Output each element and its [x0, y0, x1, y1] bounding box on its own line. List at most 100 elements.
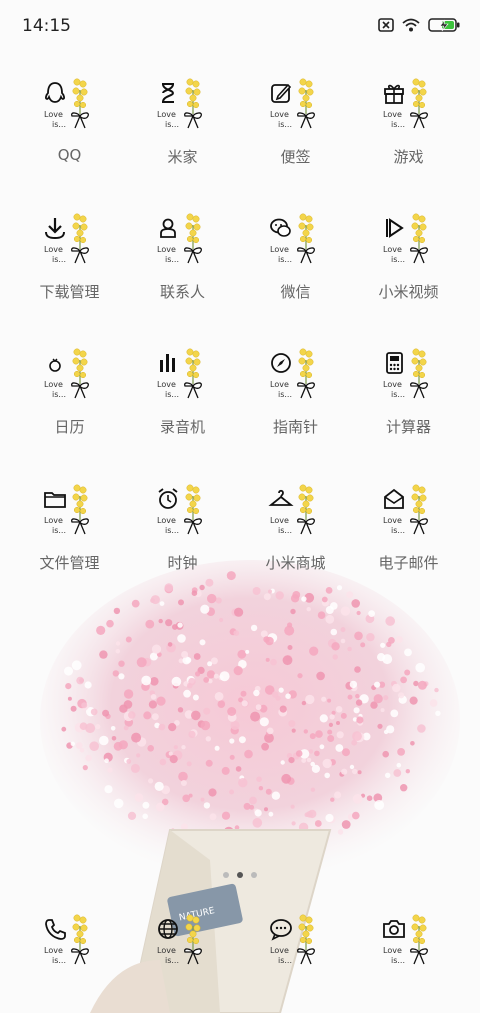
gift-icon: [384, 84, 404, 104]
daisy-bouquet-icon: [297, 78, 315, 129]
app-label: 便签: [280, 148, 311, 166]
app-calendar[interactable]: Love is... 日历: [13, 346, 126, 456]
app-icon: Love is...: [375, 211, 445, 269]
app-contacts[interactable]: Love is... 联系人: [126, 211, 239, 321]
app-qq[interactable]: Love is... QQ: [13, 76, 126, 186]
app-calculator[interactable]: Love is... 计算器: [352, 346, 465, 456]
app-label: 指南针: [272, 418, 318, 436]
compass-icon: [271, 353, 291, 373]
love-line1: Love: [270, 380, 289, 389]
app-downloads[interactable]: Love is... 下载管理: [13, 211, 126, 321]
app-notes[interactable]: Love is... 便签: [239, 76, 352, 186]
app-compass[interactable]: Love is... 指南针: [239, 346, 352, 456]
love-is-text: Love is...: [157, 516, 179, 536]
love-line2: is...: [165, 956, 180, 965]
download-icon: [45, 218, 65, 240]
love-line1: Love: [270, 110, 289, 119]
phone-icon: [45, 919, 66, 940]
sim-off-icon: [378, 18, 394, 32]
app-wechat[interactable]: Love is... 微信: [239, 211, 352, 321]
daisy-bouquet-icon: [297, 484, 315, 535]
app-icon: Love is...: [149, 482, 219, 540]
app-icon: Love is...: [375, 912, 445, 970]
app-recorder[interactable]: Love is... 录音机: [126, 346, 239, 456]
love-line2: is...: [278, 390, 293, 399]
recorder-bars-icon: [160, 354, 175, 372]
daisy-bouquet-icon: [297, 348, 315, 399]
play-icon: [386, 218, 404, 238]
dock-browser[interactable]: Love is...: [126, 912, 239, 982]
love-line2: is...: [278, 526, 293, 535]
love-is-text: Love is...: [44, 380, 66, 400]
love-line1: Love: [157, 110, 176, 119]
love-line2: is...: [391, 526, 406, 535]
love-line2: is...: [52, 120, 67, 129]
love-line1: Love: [383, 110, 402, 119]
dock-messages[interactable]: Love is...: [239, 912, 352, 982]
hourglass-icon: [162, 83, 175, 103]
page-dot[interactable]: [251, 872, 257, 878]
love-is-text: Love is...: [44, 516, 66, 536]
app-icon: Love is...: [262, 912, 332, 970]
daisy-bouquet-icon: [71, 213, 89, 264]
app-label: QQ: [57, 146, 82, 164]
app-mi-store[interactable]: Love is... 小米商城: [239, 482, 352, 592]
app-icon: Love is...: [262, 482, 332, 540]
love-is-text: Love is...: [383, 516, 405, 536]
app-mi-video[interactable]: Love is... 小米视频: [352, 211, 465, 321]
daisy-bouquet-icon: [410, 484, 428, 535]
app-icon: Love is...: [262, 76, 332, 134]
love-is-text: Love is...: [157, 245, 179, 265]
app-icon: Love is...: [36, 482, 106, 540]
love-line1: Love: [157, 946, 176, 955]
love-line1: Love: [44, 946, 63, 955]
love-is-text: Love is...: [383, 245, 405, 265]
app-label: 小米视频: [378, 283, 439, 301]
love-line1: Love: [383, 245, 402, 254]
app-label: 录音机: [159, 418, 205, 436]
love-is-text: Love is...: [270, 380, 292, 400]
app-label: 时钟: [167, 554, 198, 572]
globe-browser-icon: [158, 919, 178, 939]
love-line1: Love: [270, 946, 289, 955]
app-label: 微信: [280, 283, 311, 301]
app-icon: Love is...: [375, 76, 445, 134]
app-clock[interactable]: Love is... 时钟: [126, 482, 239, 592]
love-is-text: Love is...: [383, 380, 405, 400]
daisy-bouquet-icon: [184, 484, 202, 535]
app-icon: Love is...: [36, 912, 106, 970]
calendar-ring-icon: [49, 358, 61, 372]
love-line2: is...: [391, 120, 406, 129]
app-games[interactable]: Love is... 游戏: [352, 76, 465, 186]
love-line1: Love: [157, 245, 176, 254]
dock-phone[interactable]: Love is...: [13, 912, 126, 982]
love-is-text: Love is...: [44, 946, 66, 966]
page-indicator[interactable]: [0, 872, 480, 878]
wifi-icon: [402, 18, 420, 32]
love-is-text: Love is...: [157, 380, 179, 400]
app-mijia[interactable]: Love is... 米家: [126, 76, 239, 186]
love-line2: is...: [52, 956, 67, 965]
page-dot-active[interactable]: [237, 872, 243, 878]
status-time: 14:15: [22, 16, 71, 36]
app-label: 联系人: [159, 283, 205, 301]
app-file-manager[interactable]: Love is... 文件管理: [13, 482, 126, 592]
page-dot[interactable]: [223, 872, 229, 878]
app-email[interactable]: Love is... 电子邮件: [352, 482, 465, 592]
love-line1: Love: [44, 110, 63, 119]
folder-icon: [44, 492, 66, 508]
app-label: 电子邮件: [378, 554, 439, 572]
love-line2: is...: [52, 526, 67, 535]
love-is-text: Love is...: [44, 110, 66, 130]
app-icon: Love is...: [149, 912, 219, 970]
love-is-text: Love is...: [270, 245, 292, 265]
love-line1: Love: [44, 516, 63, 525]
daisy-bouquet-icon: [410, 348, 428, 399]
love-line2: is...: [391, 956, 406, 965]
dock: Love is... Love is... Love is... Love is...: [0, 912, 480, 982]
app-icon: Love is...: [36, 76, 106, 134]
app-label: 小米商城: [265, 554, 326, 572]
dock-camera[interactable]: Love is...: [352, 912, 465, 982]
daisy-bouquet-icon: [71, 78, 89, 129]
app-label: 下载管理: [39, 283, 100, 301]
